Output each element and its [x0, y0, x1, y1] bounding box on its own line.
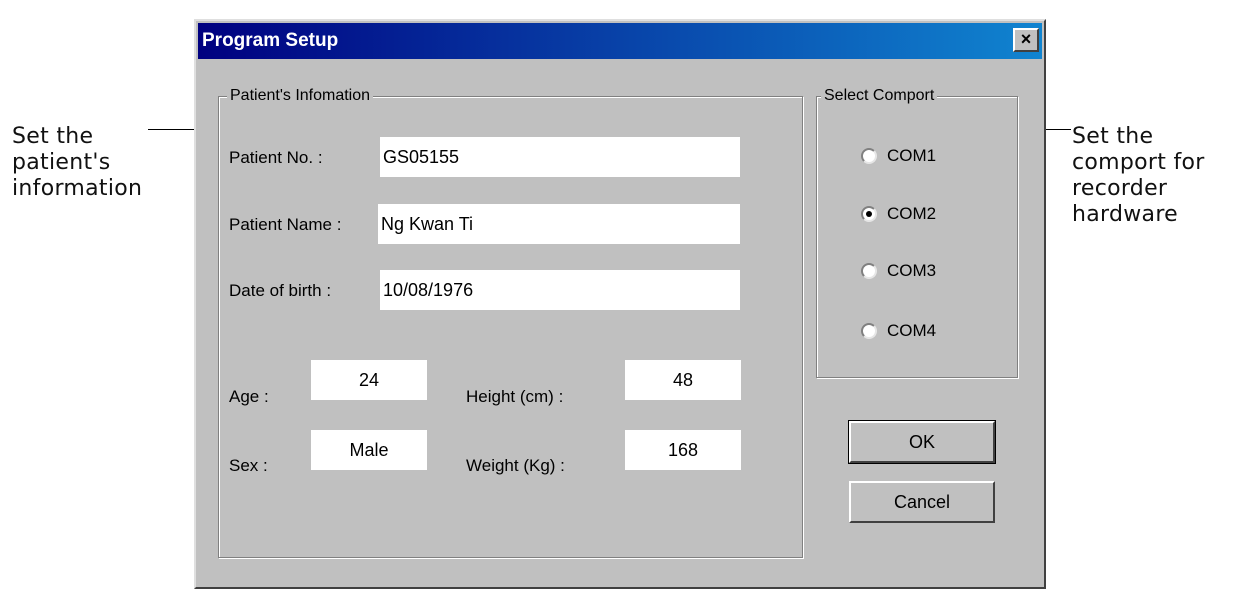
patient-info-group: Patient's Infomation Patient No. : Patie…	[218, 86, 803, 558]
age-field[interactable]	[311, 360, 427, 400]
weight-field[interactable]	[625, 430, 741, 470]
radio-com3[interactable]: COM3	[861, 260, 981, 286]
radio-com4[interactable]: COM4	[861, 320, 981, 346]
dob-field[interactable]	[380, 270, 740, 310]
patient-info-legend: Patient's Infomation	[227, 86, 374, 106]
radio-label-com3: COM3	[887, 261, 937, 280]
height-label: Height (cm) :	[466, 387, 564, 406]
weight-label: Weight (Kg) :	[466, 456, 565, 475]
radio-label-com2: COM2	[887, 204, 937, 223]
patient-no-field[interactable]	[380, 137, 740, 177]
comport-legend: Select Comport	[821, 86, 938, 106]
program-setup-dialog: Program Setup × Patient's Infomation Pat…	[194, 19, 1046, 589]
annotation-patient-info: Set the patient's information	[12, 124, 143, 201]
radio-label-com1: COM1	[887, 146, 937, 165]
patient-name-field[interactable]	[378, 204, 740, 244]
radio-label-com4: COM4	[887, 321, 937, 340]
annotation-comport: Set the comport for recorder hardware	[1072, 124, 1205, 227]
radio-button-com4[interactable]	[861, 323, 877, 339]
dob-label: Date of birth :	[229, 281, 332, 300]
patient-name-label: Patient Name :	[229, 215, 342, 234]
radio-button-com1[interactable]	[861, 148, 877, 164]
radio-button-com3[interactable]	[861, 263, 877, 279]
cancel-button[interactable]: Cancel	[849, 481, 995, 523]
patient-no-label: Patient No. :	[229, 148, 323, 167]
height-field[interactable]	[625, 360, 741, 400]
radio-button-com2[interactable]	[861, 206, 877, 222]
sex-field[interactable]	[311, 430, 427, 470]
sex-label: Sex :	[229, 456, 268, 475]
close-button[interactable]: ×	[1013, 28, 1039, 52]
close-icon: ×	[1020, 29, 1032, 49]
radio-com2[interactable]: COM2	[861, 203, 981, 229]
dialog-title: Program Setup	[202, 30, 339, 51]
age-label: Age :	[229, 387, 269, 406]
radio-com1[interactable]: COM1	[861, 145, 981, 171]
dialog-titlebar[interactable]: Program Setup ×	[198, 23, 1042, 59]
comport-group: Select Comport COM1 COM2 COM3 COM4	[816, 86, 1018, 378]
ok-button[interactable]: OK	[848, 420, 996, 464]
